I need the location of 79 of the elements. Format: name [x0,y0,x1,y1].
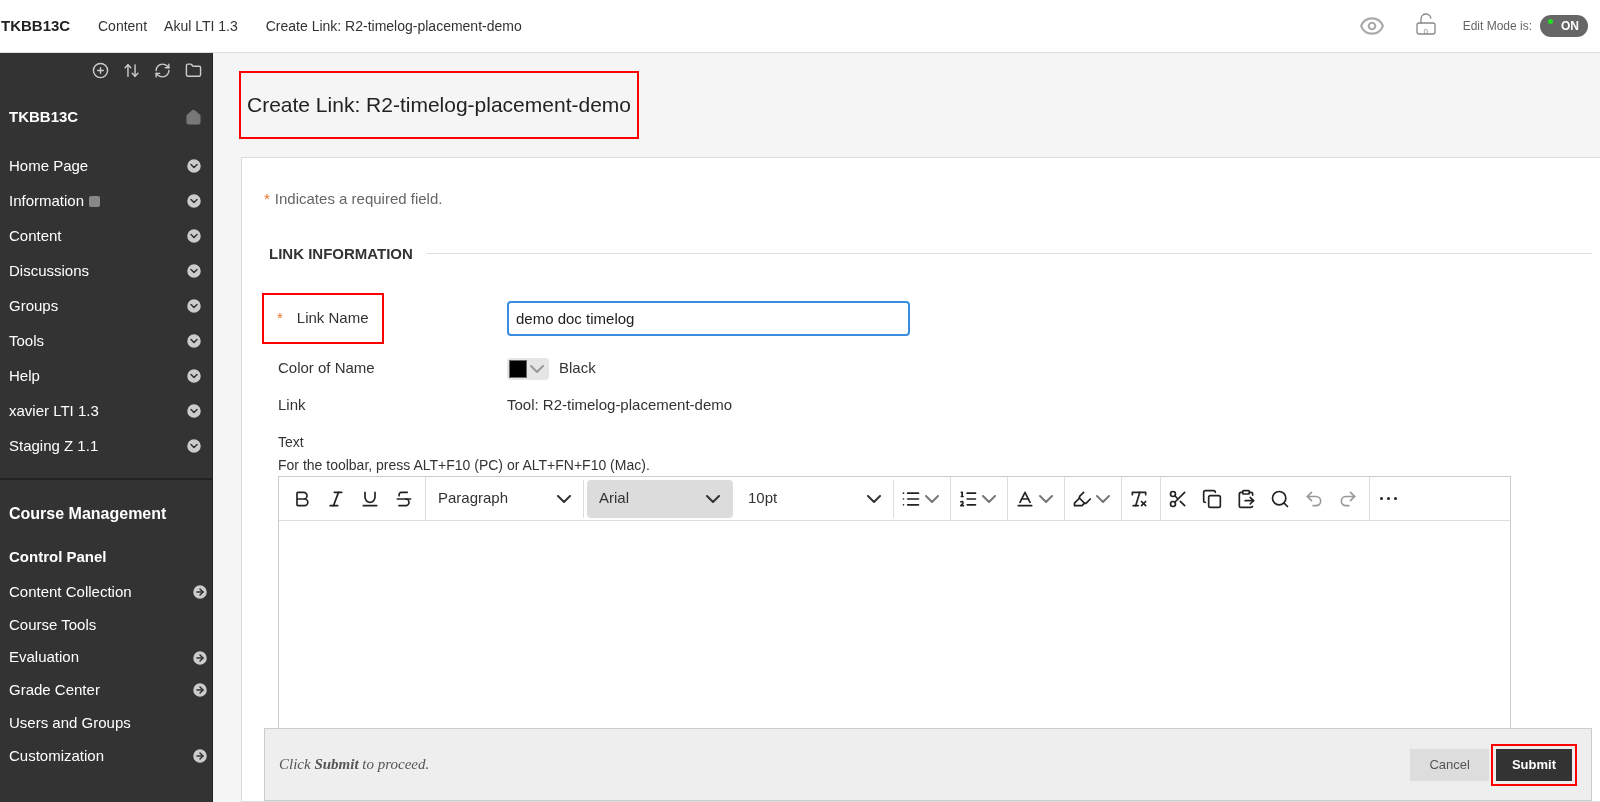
field-label: Link [278,394,307,415]
toolbar-dropdown[interactable]: Arial [587,479,733,518]
sidebar-link[interactable]: Tools [9,329,45,353]
section-heading: Course Management [8,503,168,524]
toolbar-dropdown[interactable]: Paragraph [426,479,584,518]
submit-button[interactable]: Submit [1495,748,1572,781]
italic-icon [326,488,346,509]
sidebar-link[interactable]: Course Tools [9,613,97,637]
caret-icon [706,494,720,503]
sidebar-link[interactable]: Customization [9,744,105,768]
arrow-circle-icon[interactable] [191,583,209,602]
sidebar-course-title[interactable]: TKBB13C [9,106,79,129]
refresh-icon[interactable] [154,62,171,79]
arrow-circle-icon[interactable] [191,681,209,700]
clipboard-icon [1236,488,1256,509]
caret-icon [530,364,544,373]
chevron-circle-icon[interactable] [185,437,203,455]
chevron-circle-icon[interactable] [185,297,203,315]
course-title[interactable]: TKBB13C [0,14,98,38]
page-title: Create Link: R2-timelog-placement-demo [241,73,637,137]
sidebar-link[interactable]: Content [9,224,62,248]
highlighter-icon [1072,488,1092,509]
arrow-circle-icon[interactable] [191,648,209,667]
chevron-circle-icon[interactable] [185,157,203,175]
breadcrumb-link[interactable]: Create Link: R2-timelog-placement-demo [265,15,522,37]
lock-count: 0 [1423,26,1428,38]
sidebar-link[interactable]: Discussions [9,259,90,283]
arrow-circle-icon[interactable] [191,746,209,765]
caret-icon [557,494,571,503]
sidebar-link[interactable]: Help [9,364,40,388]
sidebar-link[interactable]: Information [9,189,85,213]
color-picker[interactable] [507,357,549,380]
sidebar-link[interactable]: Staging Z 1.1 [9,434,99,458]
search-icon [1270,488,1290,509]
undo-icon [1304,488,1324,509]
required-mark: * [264,189,270,209]
field-label: * Link Name [264,295,382,342]
cancel-button[interactable]: Cancel [1410,748,1489,781]
field-value: Black [559,358,596,379]
caret-icon [925,494,939,503]
caret-icon [867,494,881,503]
required-note: Indicates a required field. [274,189,443,209]
section-heading: LINK INFORMATION [269,243,413,264]
toolbar-hint: For the toolbar, press ALT+F10 (PC) or ALT+FN+F10 (Mac). [277,456,651,475]
caret-icon [1096,494,1110,503]
more-icon [1380,497,1397,500]
sidebar-link[interactable]: xavier LTI 1.3 [9,399,99,423]
sidebar-link[interactable]: Groups [9,294,59,318]
sidebar-link[interactable]: Evaluation [9,646,80,669]
chevron-circle-icon[interactable] [185,262,203,280]
chevron-circle-icon[interactable] [185,402,203,420]
add-icon[interactable] [92,62,109,79]
caret-icon [1039,494,1053,503]
folder-icon[interactable] [185,62,202,79]
section-heading[interactable]: Control Panel [0,545,212,568]
breadcrumb-link[interactable]: Akul LTI 1.3 [164,15,238,37]
sort-icon[interactable] [123,62,140,79]
footer-hint: Click Submit to proceed. [279,755,431,775]
toolbar-dropdown[interactable]: 10pt [736,479,894,518]
field-label: Text [277,433,305,452]
scissors-icon [1168,488,1188,509]
sidebar-link[interactable]: Users and Groups [9,711,131,735]
caret-icon [982,494,996,503]
field-value: Tool: R2-timelog-placement-demo [507,394,733,415]
sidebar-link[interactable]: Content Collection [9,581,132,604]
sidebar-link[interactable]: Home Page [9,154,89,178]
redo-icon [1338,488,1358,509]
chevron-circle-icon[interactable] [185,367,203,385]
chevron-circle-icon[interactable] [185,192,203,210]
chevron-circle-icon[interactable] [185,332,203,350]
breadcrumb-link[interactable]: Content [98,15,148,37]
copy-icon [1202,488,1222,509]
edit-mode-label: Edit Mode is: [1462,18,1532,35]
link-name-input[interactable]: demo doc timelog [507,300,910,336]
home-icon[interactable] [185,108,202,126]
field-label: Color of Name [278,358,376,379]
chevron-circle-icon[interactable] [185,227,203,245]
sidebar-link[interactable]: Grade Center [9,679,100,702]
edit-mode-toggle[interactable]: ON [1540,15,1588,37]
